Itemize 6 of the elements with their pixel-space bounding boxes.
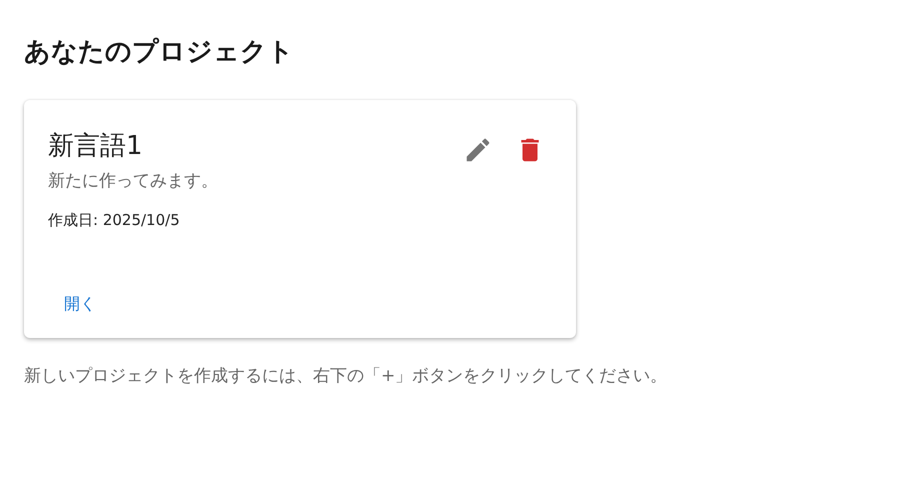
project-title: 新言語1 bbox=[48, 130, 144, 163]
project-description: 新たに作ってみます。 bbox=[48, 170, 218, 193]
hint-text: 新しいプロジェクトを作成するには、右下の「+」ボタンをクリックしてください。 bbox=[24, 365, 668, 388]
page-heading: あなたのプロジェクト bbox=[24, 36, 295, 69]
open-button[interactable]: 開く bbox=[54, 286, 106, 322]
created-date: 作成日: 2025/10/5 bbox=[48, 210, 181, 231]
